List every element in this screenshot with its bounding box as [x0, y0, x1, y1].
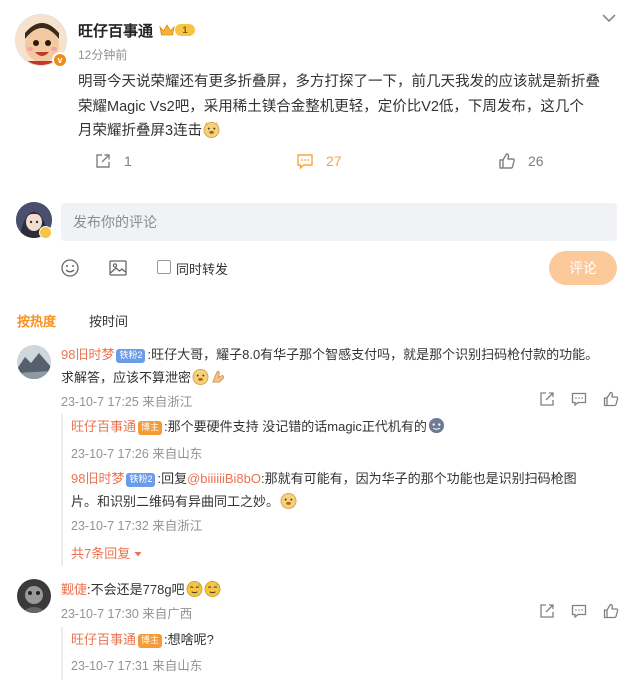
post-text-line: 月荣耀折叠屏3连击 — [78, 119, 623, 144]
reply-time: 23-10-7 17:32 来自浙江 — [71, 519, 203, 533]
comment-button[interactable]: 27 — [296, 152, 342, 170]
chevron-down-icon[interactable] — [601, 11, 617, 25]
smirk-emoji-icon — [428, 417, 444, 434]
reply-icon[interactable] — [571, 603, 587, 619]
reply-thread-divider — [61, 627, 63, 680]
comment-body: 觐倢:不会还是778g吧 — [61, 578, 621, 601]
reply-time: 23-10-7 17:26 来自山东 — [71, 447, 203, 461]
like-icon[interactable] — [603, 391, 619, 407]
mention-link[interactable]: @biiiiiiBi8bO — [187, 471, 261, 486]
more-replies-link[interactable]: 共7条回复 — [71, 543, 142, 562]
emoji-icon[interactable] — [60, 258, 80, 278]
caret-down-icon — [134, 552, 142, 557]
post-body: 明哥今天说荣耀还有更多折叠屏，多方打探了一下，前几天我发的应该就是新折叠 荣耀M… — [78, 70, 623, 144]
vip-level-badge: 1 — [175, 24, 195, 36]
share-icon[interactable] — [539, 603, 555, 619]
comment-text: :不会还是778g吧 — [87, 582, 185, 597]
reply-username[interactable]: 98旧时梦 — [71, 471, 124, 486]
reply-text: :那就有可能有，因为华子的那个功能也是识别扫码枪图 — [261, 471, 577, 486]
tab-sort-by-hot[interactable]: 按热度 — [17, 311, 56, 330]
reply-time: 23-10-7 17:31 来自山东 — [71, 659, 203, 673]
comment-text: :旺仔大哥，耀子8.0有华子那个智感支付吗，就是那个识别扫码枪付款的功能。 — [147, 347, 599, 362]
sweat-emoji-icon — [204, 581, 220, 597]
comment-text: 求解答，应该不算泄密 — [61, 370, 192, 385]
repost-count: 1 — [124, 153, 132, 169]
image-icon[interactable] — [108, 258, 128, 278]
like-count: 26 — [528, 153, 544, 169]
like-button[interactable]: 26 — [498, 152, 544, 170]
repost-button[interactable]: 1 — [94, 152, 132, 170]
comment-count: 27 — [326, 153, 342, 169]
crown-icon — [159, 24, 175, 36]
comment-icon — [297, 154, 313, 170]
reply-thread-divider — [61, 414, 63, 566]
reply-text: :那个要硬件支持 没记错的话magic正代机有的 — [164, 419, 427, 434]
reply-icon[interactable] — [571, 391, 587, 407]
fan-badge: 铁粉2 — [126, 472, 156, 487]
reply-text: 片。和识别二维码有异曲同工之妙。 — [71, 494, 280, 509]
repost-checkbox-label[interactable]: 同时转发 — [176, 259, 228, 278]
post-author-name[interactable]: 旺仔百事通 — [78, 20, 153, 41]
more-replies-label: 共7条回复 — [71, 546, 131, 561]
reply-prefix: :回复 — [157, 471, 188, 486]
commenter-avatar[interactable] — [17, 345, 51, 379]
post-text-line: 荣耀Magic Vs2吧，采用稀土镁合金整机更轻，定价比V2低，下周发布，这几个 — [78, 98, 584, 115]
comment-line: 求解答，应该不算泄密 — [61, 366, 621, 389]
tab-sort-by-time[interactable]: 按时间 — [89, 311, 128, 330]
reply-body: 旺仔百事通 博主:想啥呢? — [71, 628, 621, 651]
comment-username[interactable]: 觐倢 — [61, 582, 87, 597]
blogger-badge: 博主 — [138, 420, 163, 435]
like-icon[interactable] — [603, 603, 619, 619]
blogger-badge: 博主 — [138, 633, 163, 648]
repost-icon — [96, 154, 110, 168]
doge-emoji-icon — [203, 121, 220, 138]
sweat-emoji-icon — [186, 581, 202, 597]
post-text-line: 明哥今天说荣耀还有更多折叠屏，多方打探了一下，前几天我发的应该就是新折叠 — [78, 74, 600, 90]
reply-line: 片。和识别二维码有异曲同工之妙。 — [71, 490, 621, 513]
fan-badge: 铁粉2 — [116, 348, 146, 363]
like-icon — [499, 153, 515, 169]
comment-input[interactable] — [61, 203, 617, 241]
user-badge-icon — [39, 226, 52, 239]
share-icon[interactable] — [539, 391, 555, 407]
comment-time: 23-10-7 17:25 来自浙江 — [61, 395, 193, 409]
comment-line: 98旧时梦 铁粉2:旺仔大哥，耀子8.0有华子那个智感支付吗，就是那个识别扫码枪付… — [61, 343, 621, 366]
reply-username[interactable]: 旺仔百事通 — [71, 632, 136, 647]
verified-badge-icon: v — [52, 52, 68, 68]
submit-comment-button[interactable]: 评论 — [549, 251, 617, 285]
doge-emoji-icon — [280, 493, 297, 509]
reply-body: 98旧时梦 铁粉2:回复@biiiiiiBi8bO:那就有可能有，因为华子的那个功… — [71, 467, 621, 513]
commenter-avatar[interactable] — [17, 579, 51, 613]
comment-username[interactable]: 98旧时梦 — [61, 347, 114, 362]
doge-emoji-icon — [192, 369, 209, 385]
please-hands-emoji-icon — [212, 370, 224, 383]
comment-time: 23-10-7 17:30 来自广西 — [61, 607, 193, 621]
reply-username[interactable]: 旺仔百事通 — [71, 419, 136, 434]
reply-body: 旺仔百事通 博主:那个要硬件支持 没记错的话magic正代机有的 — [71, 415, 621, 438]
reply-text: :想啥呢? — [164, 632, 214, 647]
reply-line: 98旧时梦 铁粉2:回复@biiiiiiBi8bO:那就有可能有，因为华子的那个功… — [71, 467, 621, 490]
post-time[interactable]: 12分钟前 — [78, 46, 127, 63]
repost-checkbox[interactable] — [157, 260, 171, 274]
comment-body: 98旧时梦 铁粉2:旺仔大哥，耀子8.0有华子那个智感支付吗，就是那个识别扫码枪付… — [61, 343, 621, 389]
